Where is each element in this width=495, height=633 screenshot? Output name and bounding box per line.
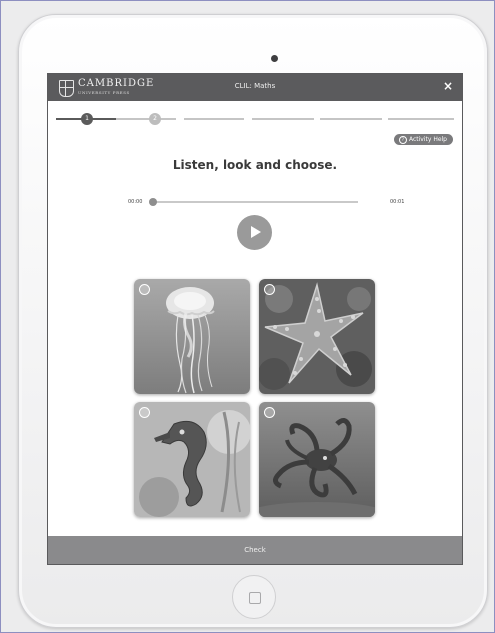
help-icon: ? [398, 135, 407, 144]
brand-subtitle: UNIVERSITY PRESS [78, 90, 130, 95]
option-octopus[interactable] [259, 402, 375, 517]
progress-segment [184, 118, 244, 120]
starfish-image [259, 279, 375, 394]
audio-start-time: 00:00 [128, 199, 143, 205]
option-radio[interactable] [139, 284, 150, 295]
activity-help-button[interactable]: ? Activity Help [393, 134, 453, 145]
audio-progress-track[interactable] [152, 201, 358, 203]
progress-segment [388, 118, 454, 120]
step-2-indicator[interactable]: 2 [149, 113, 161, 125]
option-radio[interactable] [139, 407, 150, 418]
top-bar: CAMBRIDGE UNIVERSITY PRESS CLIL: Maths × [48, 74, 462, 101]
activity-help-label: Activity Help [408, 136, 447, 143]
option-radio[interactable] [264, 284, 275, 295]
audio-scrubber-knob[interactable] [149, 198, 157, 206]
close-button[interactable]: × [443, 79, 453, 93]
octopus-image [259, 402, 375, 517]
progress-stepper: 1 2 [56, 112, 454, 126]
home-button[interactable] [232, 575, 276, 619]
progress-segment [116, 118, 176, 120]
instruction-text: Listen, look and choose. [172, 158, 338, 172]
option-starfish[interactable] [259, 279, 375, 394]
course-title: CLIL: Maths [234, 82, 276, 90]
play-button[interactable] [237, 215, 272, 250]
option-radio[interactable] [264, 407, 275, 418]
jellyfish-image [134, 279, 250, 394]
camera-dot [271, 55, 278, 62]
check-button[interactable]: Check [48, 536, 462, 564]
step-1-indicator[interactable]: 1 [81, 113, 93, 125]
audio-end-time: 00:01 [390, 199, 405, 205]
progress-segment [252, 118, 314, 120]
seahorse-image [134, 402, 250, 517]
app-screen: CAMBRIDGE UNIVERSITY PRESS CLIL: Maths ×… [47, 73, 463, 565]
option-jellyfish[interactable] [134, 279, 250, 394]
option-seahorse[interactable] [134, 402, 250, 517]
progress-segment [320, 118, 382, 120]
